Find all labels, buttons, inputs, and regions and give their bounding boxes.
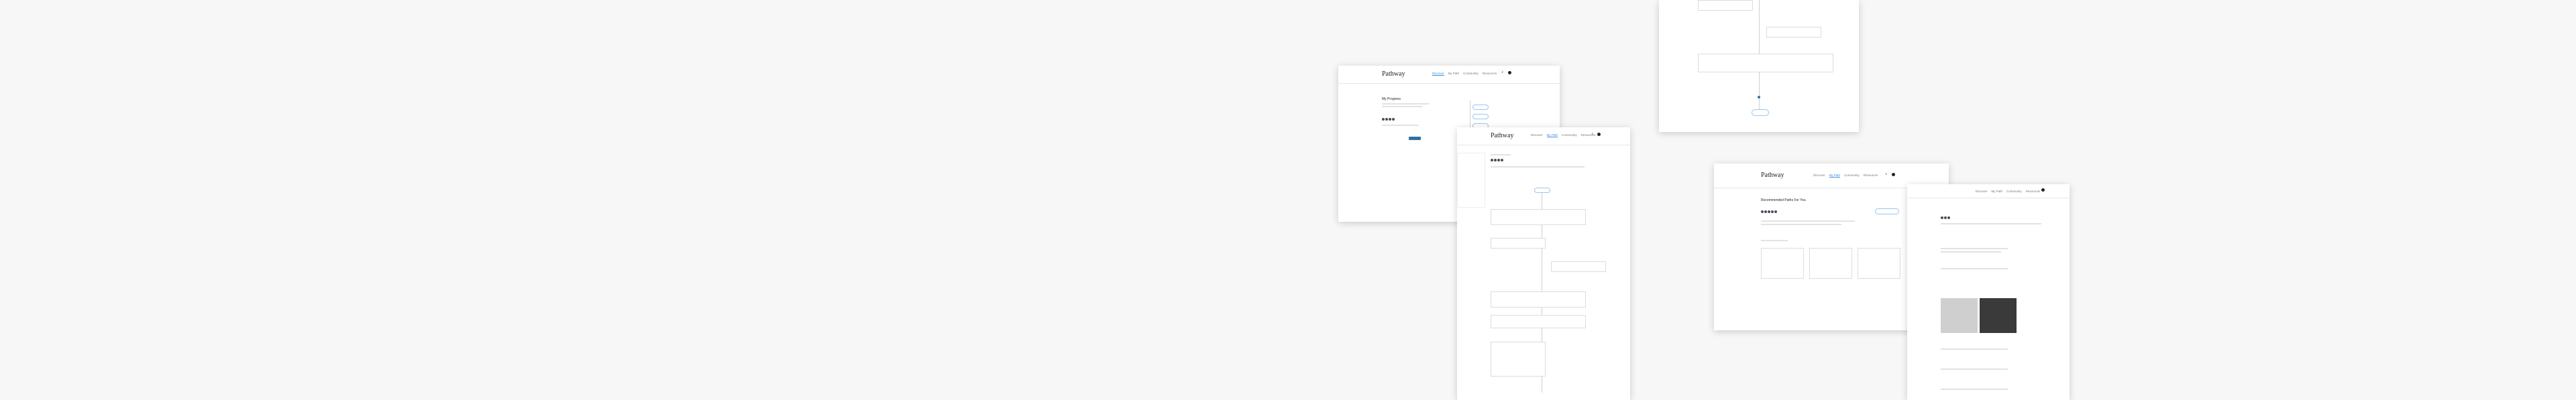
top-nav: Discover My Path Community Resources [1907, 184, 2070, 198]
avatar[interactable] [1508, 71, 1511, 74]
step-card[interactable] [1491, 291, 1586, 308]
text-line [1761, 220, 1855, 222]
nav-links: Discover My Path Community Resources [1432, 72, 1497, 76]
text-line [1941, 389, 2008, 390]
nav-item-my-path[interactable]: My Path [1546, 133, 1558, 137]
top-nav: Pathway Discover My Path Community Resou… [1457, 127, 1630, 145]
text-line [1941, 348, 2008, 350]
text-line [1941, 268, 2008, 269]
sidebar [1457, 153, 1485, 208]
avatar[interactable] [1597, 133, 1601, 136]
step-card[interactable] [1491, 238, 1546, 249]
nav-item-resources[interactable]: Resources [1864, 174, 1878, 178]
step-card[interactable] [1698, 0, 1753, 11]
screen-path-steps [1659, 0, 1859, 132]
text-line [1941, 251, 2001, 253]
step-card[interactable] [1698, 54, 1833, 72]
nav-item-my-path[interactable]: My Path [1448, 72, 1460, 76]
path-card[interactable] [1858, 248, 1900, 279]
nav-item-resources[interactable]: Resources [2026, 190, 2041, 193]
bell-icon[interactable]: ♪ [1885, 172, 1888, 176]
text-line [1491, 166, 1585, 168]
nav-links: Discover My Path Community Resources [1531, 133, 1595, 137]
nav-item-community[interactable]: Community [1844, 174, 1860, 178]
text-line [1382, 125, 1419, 126]
bell-icon[interactable]: ♪ [1591, 132, 1595, 136]
member-avatars [1491, 159, 1503, 161]
nav-item-community[interactable]: Community [1562, 133, 1577, 137]
nav-item-discover[interactable]: Discover [1813, 174, 1825, 178]
step-card[interactable] [1491, 315, 1586, 328]
continue-button[interactable] [1409, 137, 1421, 140]
nav-item-community[interactable]: Community [1463, 72, 1479, 76]
text-line [1761, 224, 1841, 225]
screen-article: Discover My Path Community Resources [1907, 184, 2070, 400]
member-avatars [1941, 216, 1950, 219]
text-line [1491, 154, 1511, 155]
nav-item-resources[interactable]: Resources [1483, 72, 1497, 76]
path-node[interactable] [1472, 114, 1489, 119]
text-line [1761, 240, 1788, 241]
nav-item-my-path[interactable]: My Path [1992, 190, 2003, 193]
screen-path-detail: Pathway Discover My Path Community Resou… [1457, 127, 1630, 400]
text-line [1941, 223, 2041, 224]
nav-item-discover[interactable]: Discover [1531, 133, 1543, 137]
member-avatars [1761, 210, 1777, 213]
nav-item-discover[interactable]: Discover [1976, 190, 1988, 193]
step-card[interactable] [1491, 342, 1546, 377]
nav-links: Discover My Path Community Resources [1813, 174, 1878, 178]
step-card[interactable] [1491, 209, 1586, 225]
text-line [1382, 106, 1422, 107]
nav-item-discover[interactable]: Discover [1432, 72, 1444, 76]
nav-item-my-path[interactable]: My Path [1829, 174, 1841, 178]
logo[interactable]: Pathway [1491, 132, 1513, 139]
start-node[interactable] [1534, 188, 1550, 193]
logo[interactable]: Pathway [1382, 70, 1405, 78]
text-line [1941, 248, 2008, 249]
end-node[interactable] [1752, 109, 1769, 116]
avatar[interactable] [2041, 188, 2045, 192]
step-card[interactable] [1551, 261, 1606, 272]
filter-button[interactable] [1875, 208, 1899, 214]
progress-dot [1758, 96, 1760, 98]
path-node[interactable] [1472, 105, 1489, 110]
avatar[interactable] [1892, 173, 1895, 176]
section-title: Recommended Paths For You [1761, 198, 1806, 202]
article-image [1941, 298, 1978, 333]
step-card[interactable] [1766, 27, 1821, 38]
nav-item-community[interactable]: Community [2006, 190, 2022, 193]
logo[interactable]: Pathway [1761, 172, 1784, 179]
path-card[interactable] [1809, 248, 1852, 279]
nav-links: Discover My Path Community Resources [1976, 190, 2040, 193]
bell-icon[interactable]: ♪ [1501, 70, 1505, 74]
path-card[interactable] [1761, 248, 1804, 279]
top-nav: Pathway Discover My Path Community Resou… [1338, 66, 1560, 84]
text-line [1941, 369, 2008, 370]
article-image [1980, 298, 2017, 333]
member-avatars [1382, 118, 1395, 121]
section-title: My Progress [1382, 97, 1401, 101]
text-line [1382, 103, 1429, 105]
